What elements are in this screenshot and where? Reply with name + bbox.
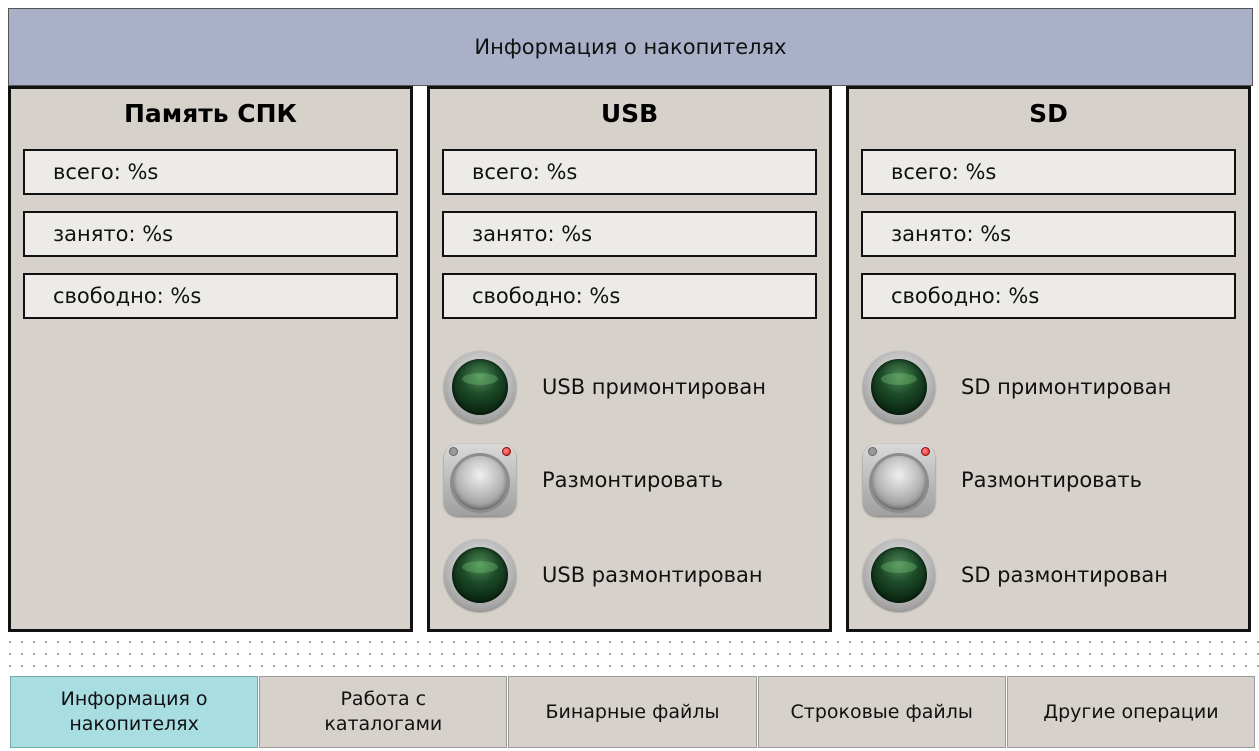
panel-usb-title: USB [600, 99, 659, 128]
usb-unmounted-indicator-icon [444, 539, 516, 611]
sd-free-field: свободно: %s [861, 273, 1236, 319]
sd-mounted-indicator-icon [863, 351, 935, 423]
sd-total-field: всего: %s [861, 149, 1236, 195]
push-button-icon [453, 456, 507, 510]
spk-used-field: занято: %s [23, 211, 398, 257]
tab-directories[interactable]: Работа с каталогами [259, 676, 508, 748]
panel-spk-memory: Память СПК всего: %s занято: %s свободно… [8, 86, 413, 632]
usb-unmount-button[interactable] [444, 444, 516, 516]
tab-storage-info[interactable]: Информация о накопителях [10, 676, 259, 748]
usb-unmount-label: Размонтировать [542, 468, 724, 492]
usb-used-field: занято: %s [442, 211, 817, 257]
sd-unmounted-indicator-icon [863, 539, 935, 611]
dotted-separator [0, 632, 1259, 674]
page-title-text: Информация о накопителях [474, 35, 787, 59]
spk-free-field: свободно: %s [23, 273, 398, 319]
tab-string-files[interactable]: Строковые файлы [757, 676, 1006, 748]
button-led-red-icon [502, 447, 511, 456]
panel-sd: SD всего: %s занято: %s свободно: %s SD … [846, 86, 1251, 632]
panel-spk-title: Память СПК [124, 99, 297, 128]
usb-unmounted-label: USB размонтирован [542, 563, 763, 587]
usb-mounted-indicator-icon [444, 351, 516, 423]
panel-sd-title: SD [1029, 99, 1068, 128]
usb-mounted-label: USB примонтирован [542, 375, 766, 399]
bottom-tab-bar: Информация о накопителях Работа с катало… [10, 676, 1256, 748]
tab-other-operations[interactable]: Другие операции [1006, 676, 1256, 748]
usb-total-field: всего: %s [442, 149, 817, 195]
button-led-red-icon [921, 447, 930, 456]
panel-usb: USB всего: %s занято: %s свободно: %s US… [427, 86, 832, 632]
push-button-icon [872, 456, 926, 510]
sd-unmount-label: Размонтировать [961, 468, 1143, 492]
usb-free-field: свободно: %s [442, 273, 817, 319]
sd-mounted-label: SD примонтирован [961, 375, 1172, 399]
tab-binary-files[interactable]: Бинарные файлы [508, 676, 757, 748]
sd-used-field: занято: %s [861, 211, 1236, 257]
page-title: Информация о накопителях [8, 8, 1253, 86]
sd-unmounted-label: SD размонтирован [961, 563, 1168, 587]
spk-total-field: всего: %s [23, 149, 398, 195]
sd-unmount-button[interactable] [863, 444, 935, 516]
button-led-icon [449, 447, 458, 456]
button-led-icon [868, 447, 877, 456]
